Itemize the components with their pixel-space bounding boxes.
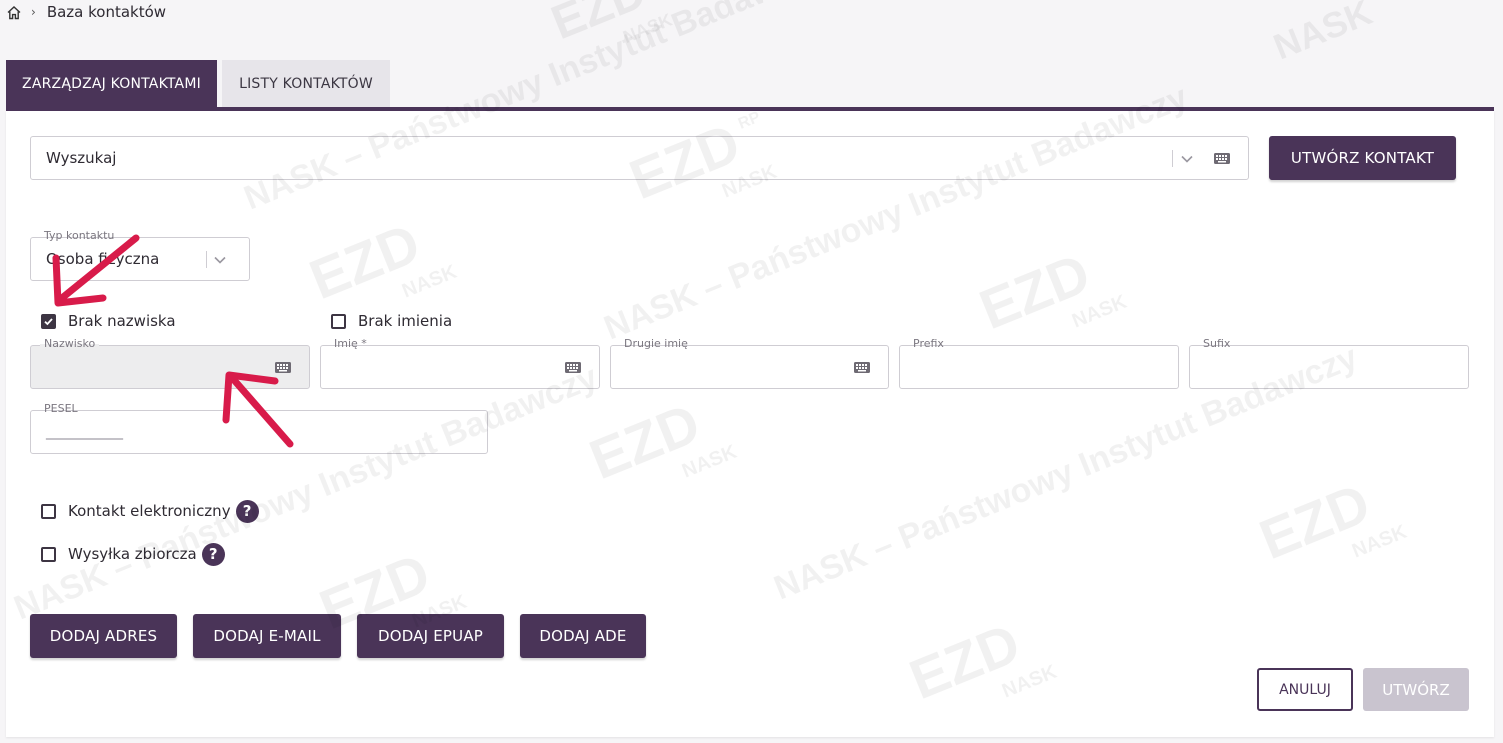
cancel-button[interactable]: ANULUJ bbox=[1257, 668, 1353, 711]
bulk-mailing-checkbox-row[interactable]: Wysyłka zbiorcza ? bbox=[41, 542, 225, 566]
chevron-down-icon[interactable] bbox=[1180, 154, 1194, 164]
add-address-button[interactable]: DODAJ ADRES bbox=[30, 614, 177, 658]
firstname-label: Imię * bbox=[330, 337, 371, 350]
bulk-mailing-checkbox[interactable] bbox=[41, 546, 56, 562]
contact-type-value: Osoba fizyczna bbox=[46, 250, 160, 268]
keyboard-icon[interactable] bbox=[565, 362, 581, 373]
no-surname-checkbox[interactable] bbox=[41, 313, 56, 329]
watermark-sub: NASK bbox=[620, 10, 675, 48]
create-contact-button[interactable]: UTWÓRZ KONTAKT bbox=[1269, 136, 1456, 180]
breadcrumb-separator-icon: › bbox=[31, 5, 36, 19]
electronic-contact-checkbox-row[interactable]: Kontakt elektroniczny ? bbox=[41, 499, 259, 523]
tab-contact-lists[interactable]: LISTY KONTAKTÓW bbox=[222, 60, 390, 108]
tab-manage-contacts[interactable]: ZARZĄDZAJ KONTAKTAMI bbox=[6, 60, 217, 108]
no-surname-checkbox-row[interactable]: Brak nazwiska bbox=[41, 310, 176, 332]
no-firstname-checkbox-row[interactable]: Brak imienia bbox=[331, 310, 452, 332]
add-email-button[interactable]: DODAJ E-MAIL bbox=[193, 614, 341, 658]
pesel-field[interactable]: PESEL ___________ bbox=[30, 402, 488, 454]
bulk-mailing-label: Wysyłka zbiorcza bbox=[68, 545, 197, 563]
keyboard-icon[interactable] bbox=[275, 362, 291, 373]
electronic-contact-label: Kontakt elektroniczny bbox=[68, 502, 231, 520]
suffix-label: Sufix bbox=[1199, 337, 1235, 350]
prefix-field[interactable]: Prefix bbox=[899, 337, 1179, 389]
home-icon[interactable] bbox=[6, 5, 22, 20]
electronic-contact-checkbox[interactable] bbox=[41, 503, 56, 519]
breadcrumb-current: Baza kontaktów bbox=[46, 3, 167, 21]
keyboard-icon[interactable] bbox=[1214, 153, 1230, 164]
watermark-sub: NASK bbox=[1268, 0, 1378, 67]
keyboard-icon[interactable] bbox=[854, 362, 870, 373]
pesel-value: ___________ bbox=[46, 424, 123, 440]
search-field[interactable] bbox=[30, 136, 1249, 180]
surname-label: Nazwisko bbox=[40, 337, 100, 350]
contact-type-label: Typ kontaktu bbox=[40, 229, 119, 242]
breadcrumb: › Baza kontaktów bbox=[6, 2, 166, 22]
help-icon[interactable]: ? bbox=[201, 542, 225, 566]
chevron-down-icon[interactable] bbox=[213, 255, 227, 265]
watermark-brand: EZD bbox=[544, 0, 653, 50]
search-input[interactable] bbox=[46, 137, 1126, 179]
no-firstname-checkbox[interactable] bbox=[331, 313, 346, 329]
surname-field[interactable]: Nazwisko bbox=[30, 337, 310, 389]
middle-name-label: Drugie imię bbox=[620, 337, 692, 350]
no-surname-label: Brak nazwiska bbox=[68, 312, 176, 330]
checkmark-icon bbox=[44, 317, 53, 325]
select-separator bbox=[206, 251, 207, 268]
add-epuap-button[interactable]: DODAJ EPUAP bbox=[357, 614, 504, 658]
search-separator bbox=[1172, 150, 1173, 167]
create-button: UTWÓRZ bbox=[1363, 668, 1469, 711]
middle-name-field[interactable]: Drugie imię bbox=[610, 337, 889, 389]
help-icon[interactable]: ? bbox=[235, 499, 259, 523]
add-ade-button[interactable]: DODAJ ADE bbox=[520, 614, 646, 658]
pesel-label: PESEL bbox=[40, 402, 82, 415]
contact-type-select[interactable]: Typ kontaktu Osoba fizyczna bbox=[30, 229, 250, 281]
firstname-field[interactable]: Imię * bbox=[320, 337, 600, 389]
suffix-field[interactable]: Sufix bbox=[1189, 337, 1469, 389]
prefix-label: Prefix bbox=[909, 337, 948, 350]
no-firstname-label: Brak imienia bbox=[358, 312, 453, 330]
